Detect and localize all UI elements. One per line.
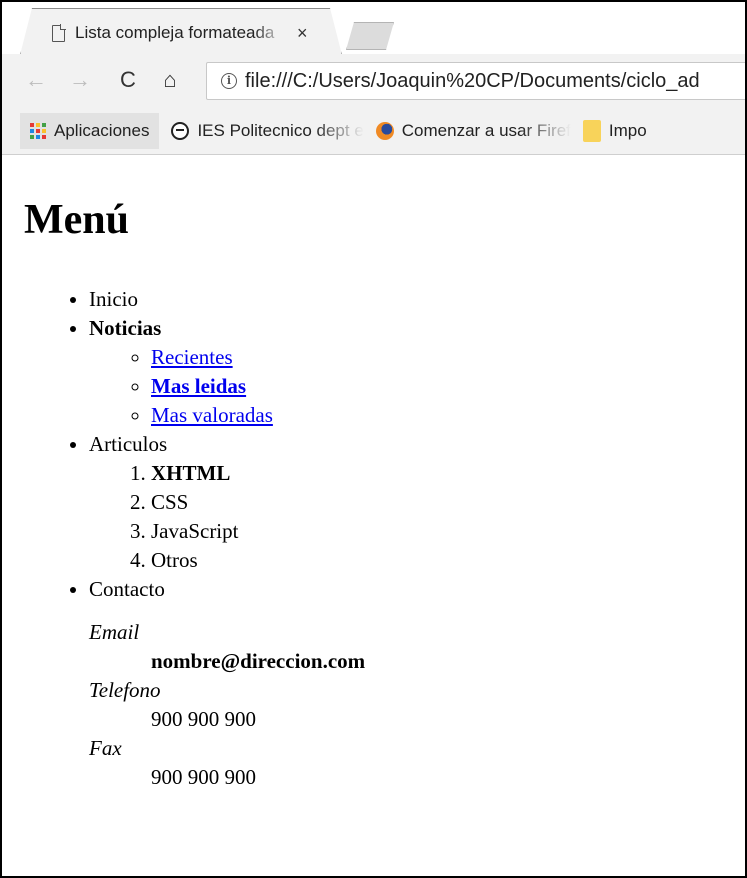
submenu-item: Mas leidas	[151, 372, 365, 401]
submenu-label: CSS	[151, 490, 189, 514]
contact-term: Fax	[89, 736, 122, 760]
reload-icon[interactable]: C	[114, 66, 142, 94]
active-tab-content[interactable]: Lista compleja formateada ×	[52, 20, 308, 46]
page-title: Menú	[24, 197, 129, 243]
menu-item-label: Articulos	[89, 432, 168, 456]
contact-value: 900 900 900	[151, 765, 256, 789]
page-content: Menú Inicio Noticias Recientes Mas leida…	[2, 155, 745, 876]
bookmark-folder[interactable]: Impo	[582, 120, 647, 142]
link-recientes[interactable]: Recientes	[151, 345, 233, 369]
contact-term: Email	[89, 620, 140, 644]
link-mas-leidas[interactable]: Mas leidas	[151, 374, 246, 398]
apps-grid-dot	[36, 123, 40, 127]
new-tab-button[interactable]	[346, 22, 394, 50]
submenu-label: XHTML	[151, 461, 231, 485]
contact-value: nombre@direccion.com	[151, 649, 366, 673]
menu-item-inicio: Inicio	[89, 285, 365, 314]
apps-grid-dot	[30, 135, 34, 139]
apps-grid-dot	[42, 135, 46, 139]
menu-item-contacto: Contacto Email nombre@direccion.com Tele…	[89, 575, 365, 792]
menu-item-noticias: Noticias Recientes Mas leidas Mas valora…	[89, 314, 365, 430]
apps-grid-dot	[36, 135, 40, 139]
submenu-item: Otros	[151, 546, 365, 575]
submenu-item: Recientes	[151, 343, 365, 372]
main-menu: Inicio Noticias Recientes Mas leidas Mas…	[2, 285, 365, 792]
bookmark-apps[interactable]: Aplicaciones	[20, 113, 160, 149]
contact-value: 900 900 900	[151, 707, 256, 731]
apps-grid-dot	[36, 129, 40, 133]
submenu-label: Otros	[151, 548, 198, 572]
toolbar: ← → C ⌂ i file:///C:/Users/Joaquin%20CP/…	[2, 54, 745, 108]
back-arrow-icon[interactable]: ←	[22, 66, 50, 94]
submenu-label: JavaScript	[151, 519, 239, 543]
submenu-item: Mas valoradas	[151, 401, 365, 430]
menu-item-label: Noticias	[89, 316, 162, 340]
face-icon	[171, 122, 190, 140]
contact-term: Telefono	[89, 678, 161, 702]
browser-window: Lista compleja formateada × ← → C ⌂ i fi…	[0, 0, 747, 878]
bookmark-ies[interactable]: IES Politecnico dept e	[171, 121, 364, 141]
link-mas-valoradas[interactable]: Mas valoradas	[151, 403, 273, 427]
menu-item-label: Inicio	[89, 287, 138, 311]
home-icon[interactable]: ⌂	[156, 66, 184, 94]
submenu-item: XHTML	[151, 459, 365, 488]
bookmark-firefox[interactable]: Comenzar a usar Firef	[375, 121, 571, 141]
apps-grid-dot	[42, 129, 46, 133]
url-text: file:///C:/Users/Joaquin%20CP/Documents/…	[245, 69, 700, 92]
menu-item-articulos: Articulos XHTML CSS JavaScript Otros	[89, 430, 365, 575]
contact-list: Email nombre@direccion.com Telefono 900 …	[89, 618, 365, 792]
articulos-submenu: XHTML CSS JavaScript Otros	[89, 459, 365, 575]
bookmark-label: Aplicaciones	[54, 121, 150, 140]
tab-close-icon[interactable]: ×	[297, 23, 308, 44]
folder-icon	[582, 120, 601, 142]
apps-icon	[30, 123, 46, 139]
bookmark-label: IES Politecnico dept e	[197, 121, 364, 140]
tab-strip: Lista compleja formateada ×	[2, 2, 745, 54]
bookmarks-bar: Aplicaciones IES Politecnico dept e Come…	[2, 108, 745, 155]
apps-grid-dot	[30, 123, 34, 127]
submenu-item: JavaScript	[151, 517, 365, 546]
info-icon[interactable]: i	[221, 73, 237, 89]
submenu-item: CSS	[151, 488, 365, 517]
bookmark-label: Comenzar a usar Firef	[401, 121, 571, 140]
firefox-icon	[375, 122, 394, 140]
apps-grid-dot	[42, 123, 46, 127]
address-bar[interactable]: i file:///C:/Users/Joaquin%20CP/Document…	[206, 62, 745, 100]
tab-title: Lista compleja formateada	[75, 23, 275, 42]
bookmark-label: Impo	[608, 121, 647, 140]
page-icon	[52, 23, 66, 42]
noticias-submenu: Recientes Mas leidas Mas valoradas	[89, 343, 365, 430]
apps-grid-dot	[30, 129, 34, 133]
forward-arrow-icon[interactable]: →	[66, 66, 94, 94]
menu-item-label: Contacto	[89, 577, 165, 601]
